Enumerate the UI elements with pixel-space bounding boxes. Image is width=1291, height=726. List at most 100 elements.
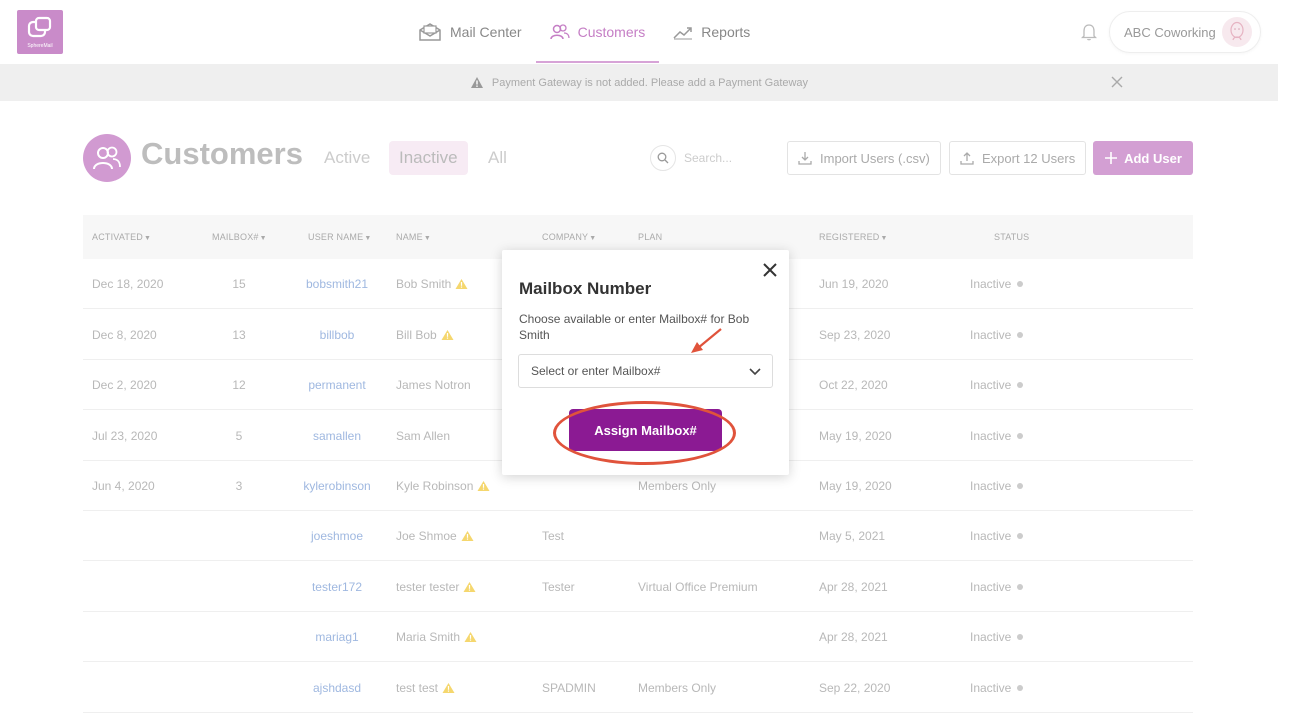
- top-navbar: SphereMail Mail Center Customers Reports…: [0, 0, 1291, 64]
- cell-registered: Oct 22, 2020: [819, 378, 888, 392]
- cell-activated: Jul 23, 2020: [92, 429, 158, 443]
- table-row[interactable]: ajshdasd test test SPADMIN Members Only Sep …: [83, 663, 1193, 713]
- close-alert-icon[interactable]: [1110, 75, 1124, 89]
- search-icon: [657, 152, 669, 164]
- close-modal-icon[interactable]: [761, 261, 779, 279]
- status-dot: [1017, 533, 1024, 539]
- cell-name: Sam Allen: [396, 429, 450, 443]
- cell-username-link[interactable]: kylerobinson: [303, 479, 370, 493]
- status-text: Inactive: [970, 479, 1012, 493]
- upload-icon: [960, 152, 974, 165]
- status-text: Inactive: [970, 277, 1012, 291]
- column-header-company[interactable]: COMPANY▼: [542, 232, 596, 242]
- add-user-button[interactable]: Add User: [1093, 141, 1193, 175]
- column-header-username[interactable]: USER NAME▼: [308, 232, 371, 242]
- cell-name-text: tester tester: [396, 580, 460, 594]
- search-input[interactable]: Search...: [684, 151, 732, 165]
- cell-username-link[interactable]: billbob: [320, 328, 355, 342]
- cell-plan: Members Only: [638, 479, 717, 493]
- cell-name-text: Bob Smith: [396, 277, 452, 291]
- warning-icon: [463, 582, 476, 592]
- column-header-mailbox[interactable]: MAILBOX#▼: [212, 232, 267, 242]
- cell-activated: Dec 8, 2020: [92, 328, 157, 342]
- status-text: Inactive: [970, 429, 1012, 443]
- assign-mailbox-label: Assign Mailbox#: [594, 422, 697, 438]
- cell-mailbox: 12: [232, 378, 246, 392]
- cell-username-link[interactable]: bobsmith21: [306, 277, 368, 291]
- cell-name: Bob Smith: [396, 277, 468, 291]
- cell-status: Inactive: [970, 580, 1024, 594]
- cell-name-text: Bill Bob: [396, 328, 437, 342]
- cell-registered: Apr 28, 2021: [819, 630, 888, 644]
- cell-name-text: Joe Shmoe: [396, 529, 457, 543]
- table-row[interactable]: joeshmoe Joe Shmoe Test May 5, 2021 Inactive: [83, 511, 1193, 561]
- envelope-icon: [419, 23, 441, 41]
- export-users-button[interactable]: Export 12 Users: [949, 141, 1087, 175]
- tab-customers-label: Customers: [577, 24, 646, 40]
- status-text: Inactive: [970, 328, 1012, 342]
- cell-username-link[interactable]: joeshmoe: [311, 529, 363, 543]
- caret-down-icon: ▼: [259, 235, 267, 242]
- cell-username-link[interactable]: samallen: [313, 429, 361, 443]
- status-dot: [1017, 332, 1024, 338]
- caret-down-icon: ▼: [880, 235, 888, 242]
- page-title: Customers: [141, 136, 303, 171]
- warning-icon: [442, 683, 455, 693]
- avatar: [1222, 17, 1252, 47]
- cell-status: Inactive: [970, 277, 1024, 291]
- cell-registered: May 5, 2021: [819, 529, 886, 543]
- app-logo[interactable]: SphereMail: [17, 10, 63, 54]
- mailbox-select[interactable]: Select or enter Mailbox#: [518, 354, 773, 388]
- status-dot: [1017, 433, 1024, 439]
- import-users-button[interactable]: Import Users (.csv): [787, 141, 941, 175]
- modal-description: Choose available or enter Mailbox# for B…: [519, 312, 750, 342]
- bell-icon: [1080, 24, 1098, 41]
- assign-mailbox-button[interactable]: Assign Mailbox#: [569, 409, 722, 451]
- modal-title: Mailbox Number: [519, 279, 652, 298]
- status-text: Inactive: [970, 630, 1012, 644]
- column-header-plan: PLAN: [638, 232, 663, 242]
- warning-icon: [464, 632, 477, 642]
- filter-active[interactable]: Active: [314, 141, 380, 175]
- notifications-button[interactable]: [1080, 23, 1098, 46]
- cell-status: Inactive: [970, 378, 1024, 392]
- cell-company: SPADMIN: [542, 681, 596, 695]
- cell-username-link[interactable]: ajshdasd: [313, 681, 361, 695]
- cell-username-link[interactable]: tester172: [312, 580, 362, 594]
- logo-text: SphereMail: [27, 43, 53, 49]
- column-header-status: STATUS: [994, 232, 1030, 242]
- filter-inactive[interactable]: Inactive: [389, 141, 468, 175]
- filter-all[interactable]: All: [478, 141, 517, 175]
- cell-registered: May 19, 2020: [819, 429, 892, 443]
- cell-name: Kyle Robinson: [396, 479, 490, 493]
- cell-registered: Sep 23, 2020: [819, 328, 891, 342]
- table-row[interactable]: mariag1 Maria Smith Apr 28, 2021 Inactive: [83, 612, 1193, 662]
- tab-customers[interactable]: Customers: [535, 0, 660, 64]
- cell-mailbox: 3: [235, 479, 243, 493]
- status-text: Inactive: [970, 378, 1012, 392]
- users-icon: [93, 146, 121, 170]
- main-nav: Mail Center Customers Reports: [418, 0, 764, 64]
- cell-name: tester tester: [396, 580, 476, 594]
- account-menu[interactable]: ABC Coworking: [1109, 11, 1261, 53]
- search-button[interactable]: [650, 145, 676, 171]
- cell-username-link[interactable]: mariag1: [315, 630, 358, 644]
- cell-name: Joe Shmoe: [396, 529, 474, 543]
- cell-status: Inactive: [970, 328, 1024, 342]
- cell-activated: Jun 4, 2020: [92, 479, 155, 493]
- column-header-name[interactable]: NAME▼: [396, 232, 431, 242]
- mailbox-select-placeholder: Select or enter Mailbox#: [531, 364, 661, 378]
- cell-status: Inactive: [970, 479, 1024, 493]
- table-row[interactable]: tester172 tester tester Tester Virtual Offi…: [83, 562, 1193, 612]
- cell-mailbox: 5: [235, 429, 243, 443]
- tab-reports[interactable]: Reports: [659, 0, 764, 64]
- tab-mail-center[interactable]: Mail Center: [418, 0, 536, 64]
- column-header-activated[interactable]: ACTIVATED▼: [92, 232, 151, 242]
- cell-username-link[interactable]: permanent: [308, 378, 365, 392]
- cell-plan: Members Only: [638, 681, 717, 695]
- caret-down-icon: ▼: [589, 235, 597, 242]
- cell-status: Inactive: [970, 529, 1024, 543]
- column-header-registered[interactable]: REGISTERED▼: [819, 232, 888, 242]
- cell-name-text: Maria Smith: [396, 630, 461, 644]
- search-box[interactable]: Search...: [650, 145, 732, 171]
